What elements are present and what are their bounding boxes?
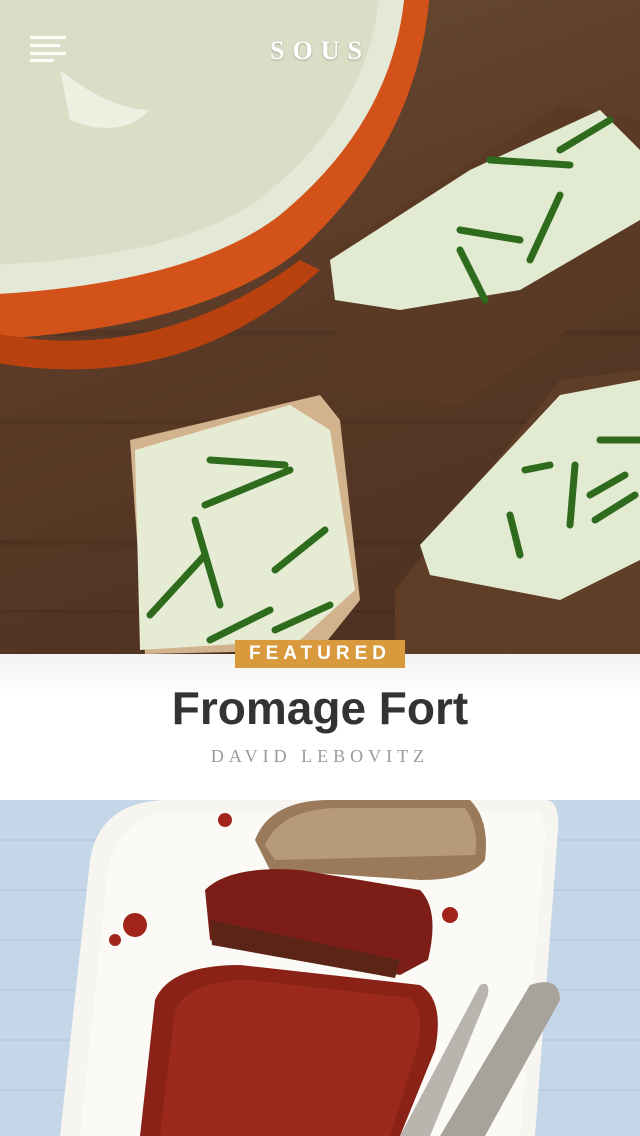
featured-badge: FEATURED: [235, 640, 405, 668]
meatloaf-image: [0, 800, 640, 1136]
next-recipe-photo[interactable]: [0, 800, 640, 1136]
fromage-fort-image: [0, 0, 640, 654]
featured-recipe-photo[interactable]: [0, 0, 640, 654]
recipe-title[interactable]: Fromage Fort: [0, 678, 640, 738]
recipe-author[interactable]: DAVID LEBOVITZ: [0, 746, 640, 767]
app-title: SOUS: [270, 36, 370, 65]
